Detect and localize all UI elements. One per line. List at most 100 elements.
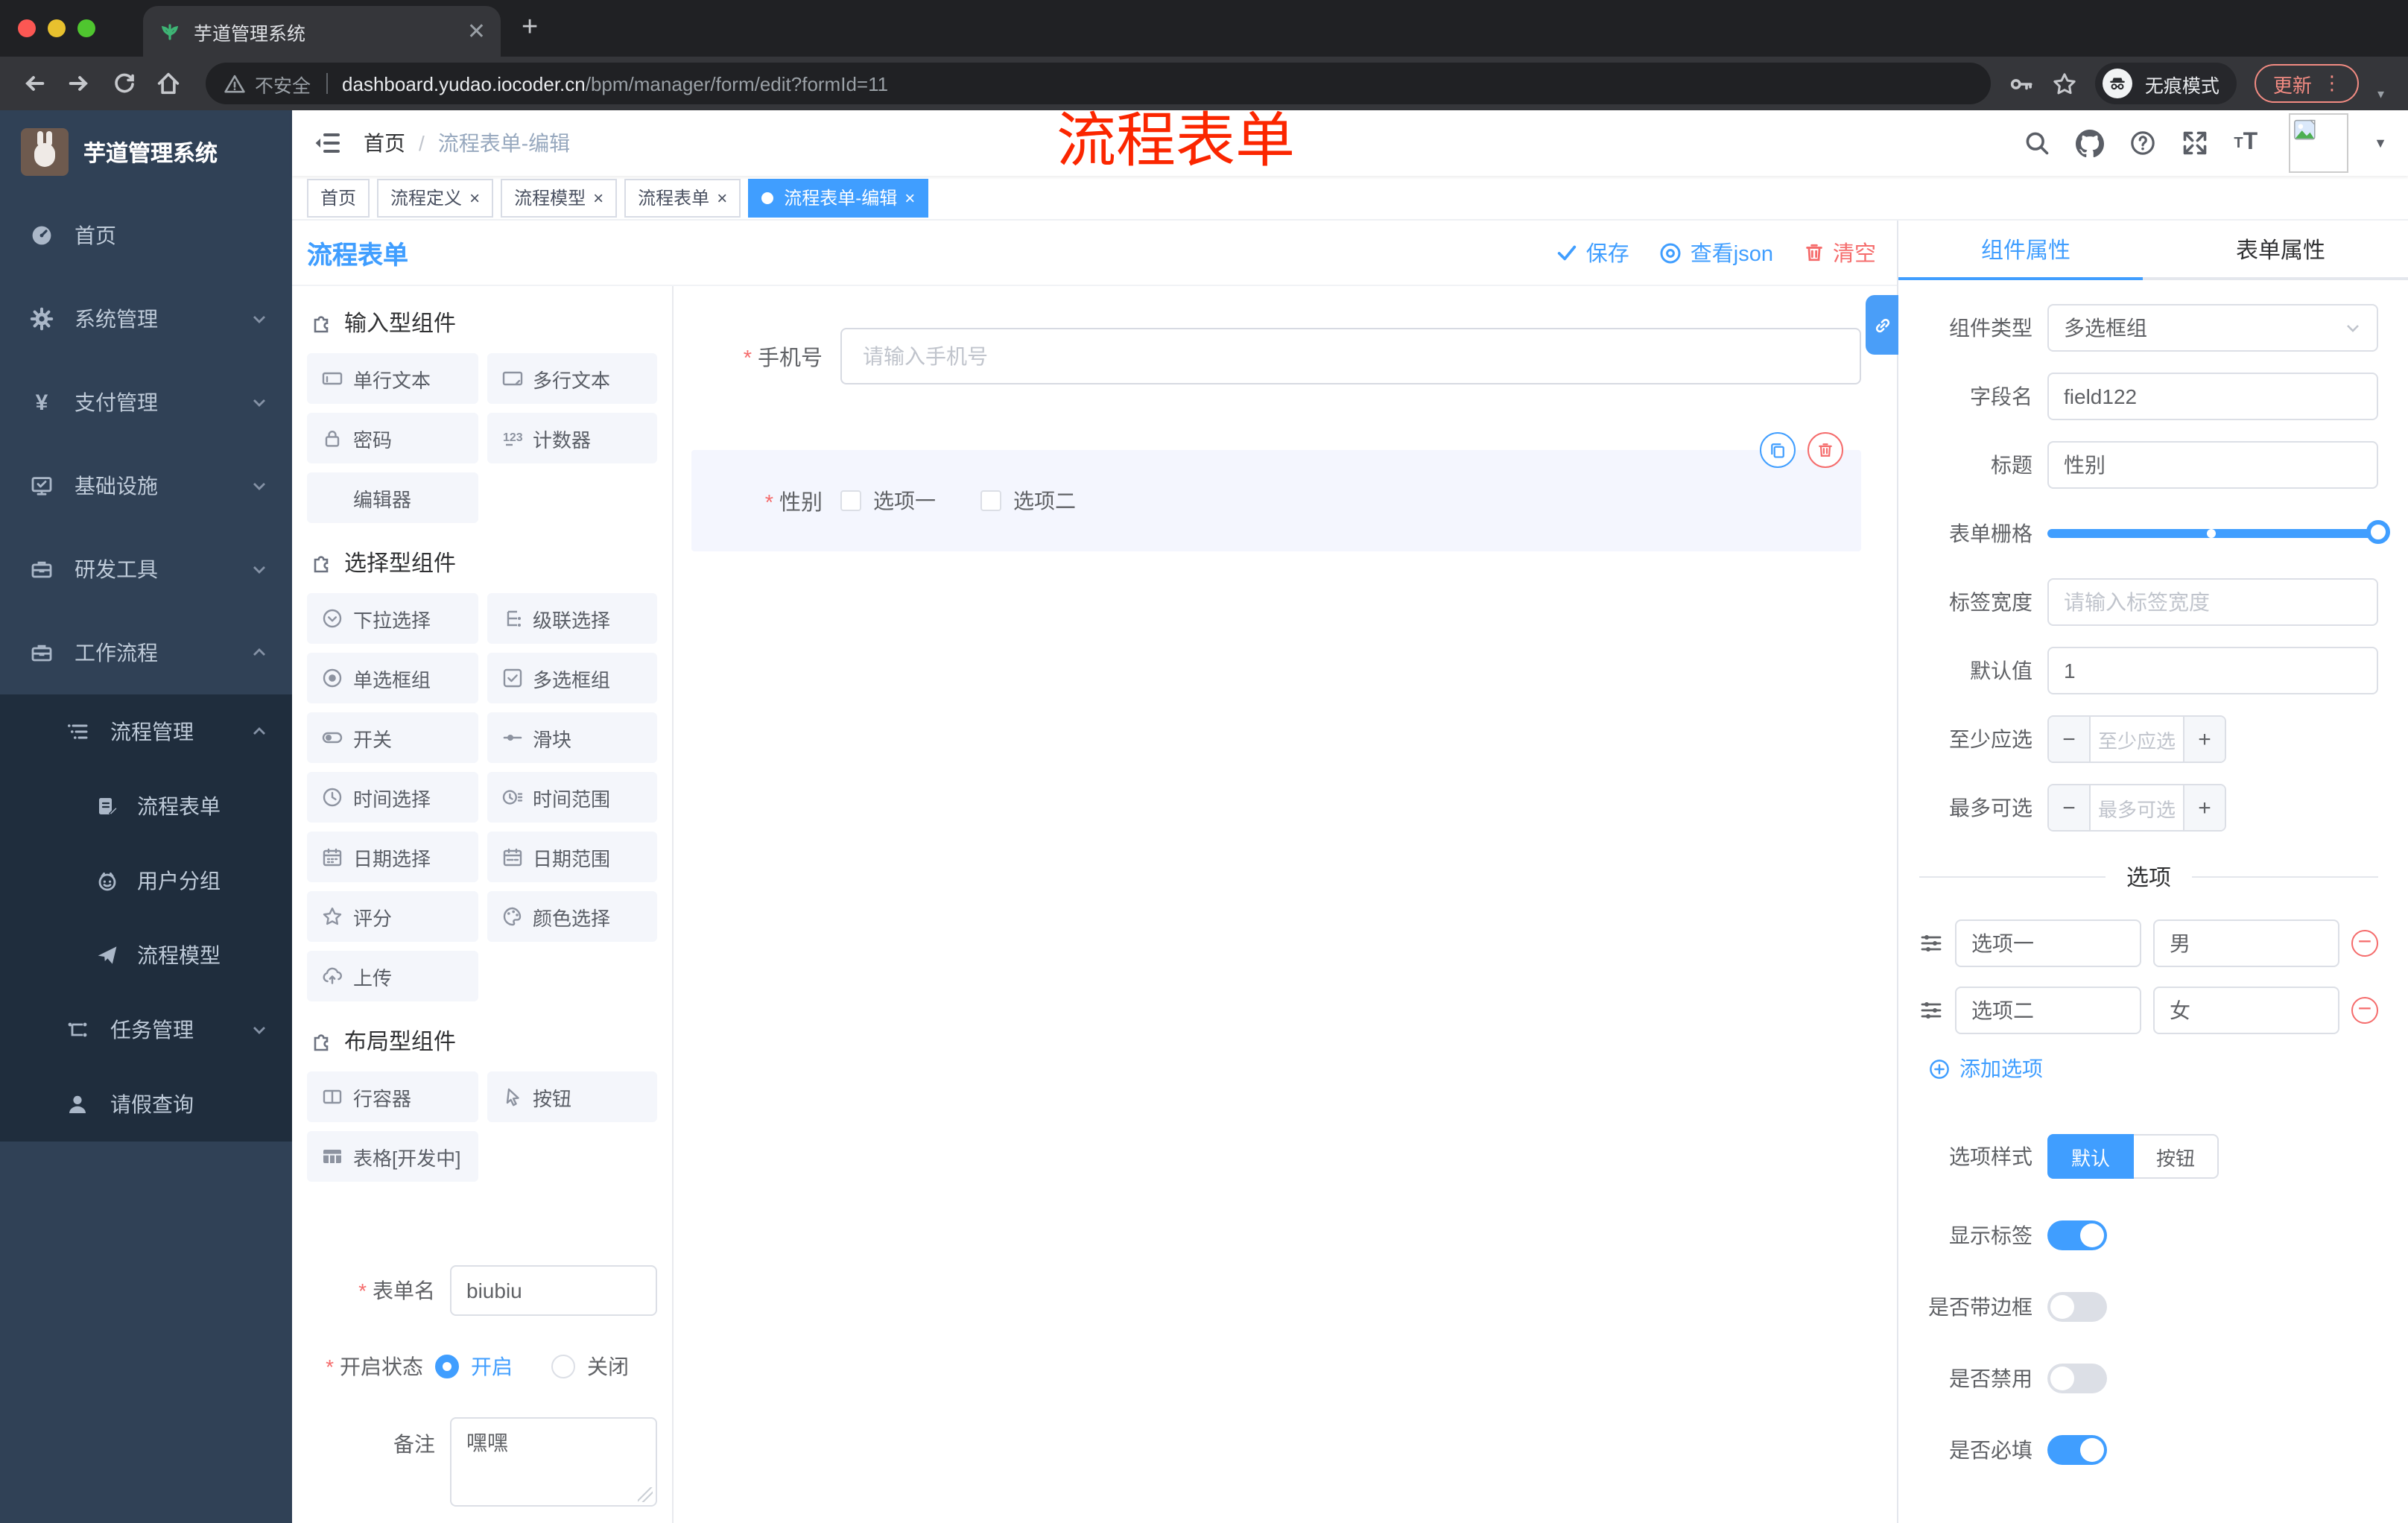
drag-handle-icon[interactable] <box>1919 931 1943 955</box>
style-default-button[interactable]: 默认 <box>2047 1134 2135 1179</box>
label-width-input[interactable] <box>2047 578 2378 626</box>
tab-close-icon[interactable]: ✕ <box>467 20 486 42</box>
collapse-sidebar-icon[interactable] <box>313 128 343 158</box>
component-type-select[interactable]: 多选框组 <box>2047 304 2378 352</box>
drag-handle-icon[interactable] <box>1919 998 1943 1022</box>
close-window-button[interactable] <box>18 19 36 37</box>
slider-handle[interactable] <box>2366 520 2390 544</box>
form-canvas[interactable]: 手机号 <box>674 286 1897 1523</box>
palette-item-time-picker[interactable]: 时间选择 <box>307 772 478 823</box>
sidebar-item-leave-query[interactable]: 请假查询 <box>0 1067 292 1142</box>
fullscreen-icon[interactable] <box>2182 130 2208 156</box>
tag-close-icon[interactable]: × <box>904 187 915 208</box>
required-switch[interactable] <box>2047 1435 2107 1465</box>
decrease-button[interactable]: − <box>2049 717 2091 762</box>
sidebar-item-infra[interactable]: 基础设施 <box>0 444 292 528</box>
tag-home[interactable]: 首页 <box>307 178 370 217</box>
tag-close-icon[interactable]: × <box>469 187 480 208</box>
option1-label-input[interactable] <box>1955 919 2141 967</box>
add-option-button[interactable]: 添加选项 <box>1928 1054 2378 1083</box>
forward-icon[interactable] <box>60 64 98 103</box>
browser-menu-icon[interactable]: ⋮ <box>2322 72 2342 95</box>
font-size-icon[interactable]: TT <box>2234 130 2258 156</box>
border-switch[interactable] <box>2047 1292 2107 1322</box>
palette-item-upload[interactable]: 上传 <box>307 951 478 1001</box>
palette-item-color-picker[interactable]: 颜色选择 <box>487 891 657 942</box>
new-tab-button[interactable]: + <box>522 12 538 57</box>
show-label-switch[interactable] <box>2047 1220 2107 1250</box>
clear-button[interactable]: 清空 <box>1803 237 1876 268</box>
status-on-radio[interactable]: 开启 <box>435 1352 513 1381</box>
palette-item-slider[interactable]: 滑块 <box>487 712 657 763</box>
sidebar-item-workflow[interactable]: 工作流程 <box>0 611 292 694</box>
github-icon[interactable] <box>2076 129 2105 157</box>
slider-track[interactable] <box>2047 520 2390 544</box>
palette-item-cascader[interactable]: 级联选择 <box>487 593 657 644</box>
sidebar-item-system[interactable]: 系统管理 <box>0 277 292 361</box>
palette-item-textarea[interactable]: 多行文本 <box>487 353 657 404</box>
sidebar-item-task-mgmt[interactable]: 任务管理 <box>0 992 292 1067</box>
option2-checkbox[interactable]: 选项二 <box>980 486 1076 516</box>
option1-value-input[interactable] <box>2153 919 2339 967</box>
sidebar-item-process-mgmt[interactable]: 流程管理 <box>0 694 292 769</box>
remove-option-button[interactable]: − <box>2351 930 2378 957</box>
sidebar-item-process-model[interactable]: 流程模型 <box>0 918 292 992</box>
palette-item-single-text[interactable]: 单行文本 <box>307 353 478 404</box>
default-value-input[interactable] <box>2047 647 2378 694</box>
avatar[interactable] <box>2289 113 2349 173</box>
max-select-value[interactable]: 最多可选 <box>2091 785 2183 830</box>
tab-form-props[interactable]: 表单属性 <box>2153 221 2408 277</box>
home-icon[interactable] <box>149 64 188 103</box>
decrease-button[interactable]: − <box>2049 785 2091 830</box>
zoom-window-button[interactable] <box>77 19 95 37</box>
sidebar-item-process-form[interactable]: 流程表单 <box>0 769 292 843</box>
link-icon[interactable] <box>1866 295 1898 355</box>
incognito-badge[interactable]: 无痕模式 <box>2095 63 2237 104</box>
minimize-window-button[interactable] <box>48 19 66 37</box>
not-secure-warning-icon[interactable] <box>224 72 246 95</box>
field-name-input[interactable] <box>2047 373 2378 420</box>
address-bar[interactable]: 不安全 dashboard.yudao.iocoder.cn/bpm/manag… <box>206 63 1992 104</box>
palette-item-checkbox-group[interactable]: 多选框组 <box>487 653 657 703</box>
delete-component-button[interactable] <box>1807 432 1843 468</box>
option1-checkbox[interactable]: 选项一 <box>840 486 936 516</box>
min-select-value[interactable]: 至少应选 <box>2091 717 2183 762</box>
palette-item-date-range[interactable]: 日期范围 <box>487 832 657 882</box>
remove-option-button[interactable]: − <box>2351 997 2378 1024</box>
tag-process-form[interactable]: 流程表单 × <box>624 178 741 217</box>
form-grid-slider[interactable] <box>2047 510 2390 557</box>
update-button[interactable]: 更新 ⋮ <box>2255 64 2360 103</box>
palette-item-radio-group[interactable]: 单选框组 <box>307 653 478 703</box>
tag-process-form-edit[interactable]: 流程表单-编辑 × <box>748 178 929 217</box>
bookmark-star-icon[interactable] <box>2053 71 2078 96</box>
help-icon[interactable] <box>2129 130 2156 156</box>
tag-close-icon[interactable]: × <box>717 187 727 208</box>
tab-component-props[interactable]: 组件属性 <box>1898 221 2153 277</box>
status-off-radio[interactable]: 关闭 <box>551 1352 629 1381</box>
palette-item-editor[interactable]: 编辑器 <box>307 472 478 523</box>
disabled-switch[interactable] <box>2047 1364 2107 1393</box>
tag-close-icon[interactable]: × <box>593 187 603 208</box>
palette-item-rate[interactable]: 评分 <box>307 891 478 942</box>
sidebar-logo-row[interactable]: 芋道管理系统 <box>0 110 292 194</box>
option2-label-input[interactable] <box>1955 987 2141 1034</box>
back-icon[interactable] <box>15 64 54 103</box>
sidebar-item-pay[interactable]: ¥ 支付管理 <box>0 361 292 444</box>
password-key-icon[interactable] <box>2009 71 2035 96</box>
style-button-button[interactable]: 按钮 <box>2134 1134 2220 1179</box>
palette-item-table[interactable]: 表格[开发中] <box>307 1131 478 1182</box>
palette-item-counter[interactable]: 123 计数器 <box>487 413 657 463</box>
palette-item-date-picker[interactable]: 日期选择 <box>307 832 478 882</box>
increase-button[interactable]: + <box>2183 785 2225 830</box>
palette-item-switch[interactable]: 开关 <box>307 712 478 763</box>
search-icon[interactable] <box>2024 130 2050 156</box>
palette-item-time-range[interactable]: 时间范围 <box>487 772 657 823</box>
palette-item-row-container[interactable]: 行容器 <box>307 1071 478 1122</box>
palette-item-button[interactable]: 按钮 <box>487 1071 657 1122</box>
title-input[interactable] <box>2047 441 2378 489</box>
sidebar-item-user-group[interactable]: 用户分组 <box>0 843 292 918</box>
view-json-button[interactable]: 查看json <box>1659 237 1773 268</box>
browser-tab[interactable]: 芋道管理系统 ✕ <box>143 6 501 57</box>
increase-button[interactable]: + <box>2183 717 2225 762</box>
sidebar-item-dev[interactable]: 研发工具 <box>0 528 292 611</box>
